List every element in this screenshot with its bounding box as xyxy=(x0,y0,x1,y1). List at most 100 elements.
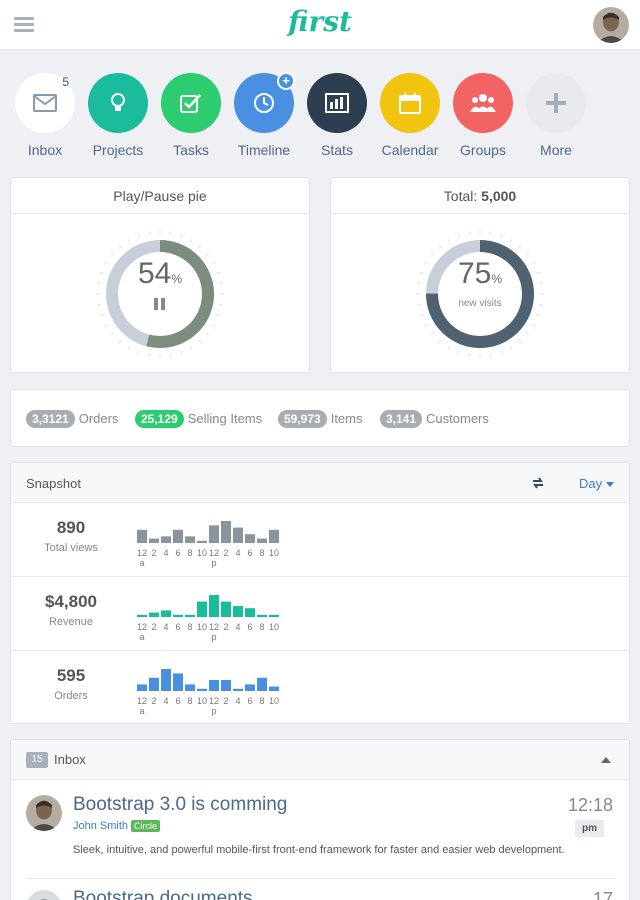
stat-pill: 59,973 xyxy=(278,410,327,428)
shortcut-groups[interactable]: Groups xyxy=(452,73,514,158)
pause-icon[interactable] xyxy=(154,298,166,310)
x-tick-label: 6 xyxy=(247,548,252,558)
pie-tick xyxy=(99,314,104,317)
message-subject[interactable]: Bootstrap 3.0 is comming xyxy=(73,794,287,816)
chart-bar xyxy=(209,680,219,691)
x-tick-label: 4 xyxy=(235,696,240,706)
chart-bar xyxy=(257,677,267,691)
x-tick-label: 2 xyxy=(223,622,228,632)
shortcut-inbox[interactable]: 5 Inbox xyxy=(14,73,76,158)
pie-tick xyxy=(447,345,451,350)
x-tick-sublabel: a xyxy=(139,558,144,568)
pie-tick xyxy=(419,314,424,317)
snapshot-row-views: 890 Total views 12 2 4 6 8 10 12 2 4 6 8 10 a p xyxy=(11,503,629,577)
chart-bar xyxy=(185,536,195,543)
pie-tick xyxy=(127,345,131,350)
chart-bar xyxy=(197,688,207,691)
chart-bar xyxy=(209,595,219,617)
chart-bar xyxy=(149,538,159,543)
snapshot-title: Snapshot xyxy=(26,476,81,491)
snapshot-row-orders: 595 Orders 12 2 4 6 8 10 12 2 4 6 8 10 a p xyxy=(11,651,629,725)
x-tick-label: 8 xyxy=(259,622,264,632)
pie-tick xyxy=(525,252,530,256)
pie-tick xyxy=(137,233,140,238)
chevron-up-icon[interactable] xyxy=(601,757,611,763)
pie-value: 75% xyxy=(457,257,503,290)
shortcut-timeline[interactable]: + Timeline xyxy=(233,72,295,158)
period-dropdown[interactable]: Day xyxy=(579,476,615,491)
x-tick-label: 6 xyxy=(247,696,252,706)
x-tick-label: 2 xyxy=(223,696,228,706)
x-tick-label: 2 xyxy=(151,622,156,632)
inbox-count-badge: 15 xyxy=(26,752,48,768)
users-icon xyxy=(453,73,513,133)
chart-bar xyxy=(257,614,267,617)
bar-chart-icon xyxy=(307,73,367,133)
chart-bar xyxy=(161,610,171,617)
x-tick-sublabel: a xyxy=(139,706,144,716)
snapshot-header: Snapshot Day xyxy=(11,463,629,503)
snapshot-panel: Snapshot Day 890 Total views 12 2 4 6 8 10 12 2… xyxy=(10,462,630,724)
chart-bar xyxy=(161,669,171,691)
chart-bar xyxy=(173,673,183,691)
snapshot-bar-chart: 12 2 4 6 8 10 12 2 4 6 8 10a p xyxy=(137,521,279,568)
stat-pill: 3,3121 xyxy=(26,410,75,428)
avatar[interactable] xyxy=(26,795,62,831)
shortcut-calendar[interactable]: Calendar xyxy=(379,73,441,158)
shortcut-label: Stats xyxy=(321,142,353,158)
user-avatar[interactable] xyxy=(593,7,629,43)
message-subject[interactable]: Bootstrap documents xyxy=(73,888,253,900)
pie-panel-play-pause: Play/Pause pie 54% xyxy=(10,177,310,373)
pie-tick xyxy=(216,314,221,317)
shortcut-stats[interactable]: Stats xyxy=(306,73,368,158)
pie-tick xyxy=(169,230,172,235)
pie-tick xyxy=(189,238,193,243)
top-bar: first xyxy=(0,0,640,50)
stat-label: Orders xyxy=(78,411,119,426)
add-badge-icon: + xyxy=(277,72,295,90)
chart-bar xyxy=(137,684,147,691)
x-tick-label: 10 xyxy=(269,622,279,632)
inbox-panel: 15 Inbox Bootstrap 3.0 is comming John S… xyxy=(10,739,630,900)
pie-tick xyxy=(468,353,471,358)
x-tick-label: 12 xyxy=(209,622,219,632)
panel-title: Total: 5,000 xyxy=(331,178,629,214)
x-tick-label: 12 xyxy=(209,548,219,558)
chart-bar xyxy=(197,540,207,543)
stat-pill: 25,129 xyxy=(135,410,184,428)
avatar[interactable] xyxy=(26,890,62,900)
chart-bar xyxy=(173,614,183,617)
pie-tick xyxy=(518,244,522,249)
pie-tick xyxy=(148,230,151,235)
shortcut-more[interactable]: More xyxy=(525,73,587,158)
message-author[interactable]: John Smith Circle xyxy=(73,820,161,832)
refresh-icon[interactable] xyxy=(531,476,545,490)
pie-ring xyxy=(96,230,224,358)
stat-customers: 3,141 Customers xyxy=(380,410,489,428)
pie-tick xyxy=(489,230,492,235)
x-tick-label: 6 xyxy=(247,622,252,632)
x-tick-label: 6 xyxy=(175,622,180,632)
stat-items: 59,973 Items xyxy=(278,410,363,428)
x-tick-label: 10 xyxy=(269,548,279,558)
pie-tick xyxy=(500,233,503,238)
snapshot-value: 595 xyxy=(56,666,86,685)
snapshot-value: 890 xyxy=(56,518,86,537)
shortcut-tasks[interactable]: Tasks xyxy=(160,73,222,158)
pie-tick xyxy=(118,244,122,249)
x-tick-sublabel: p xyxy=(211,632,216,642)
shortcut-label: Inbox xyxy=(27,142,63,158)
x-tick-label: 4 xyxy=(235,622,240,632)
snapshot-bar-chart: 12 2 4 6 8 10 12 2 4 6 8 10a p xyxy=(137,595,279,642)
shortcut-projects[interactable]: Projects xyxy=(87,73,149,158)
pie-tick xyxy=(509,345,513,350)
pie-tick xyxy=(148,353,151,358)
pie-tick xyxy=(438,339,442,344)
pie-tick xyxy=(457,350,460,355)
brand-logo[interactable]: first xyxy=(0,5,640,38)
chart-bar xyxy=(161,536,171,543)
chart-bar xyxy=(245,684,255,691)
chart-bar xyxy=(233,606,243,617)
pie-panel-total: Total: 5,000 75% new visits xyxy=(330,177,630,373)
pie-tick xyxy=(525,332,530,336)
